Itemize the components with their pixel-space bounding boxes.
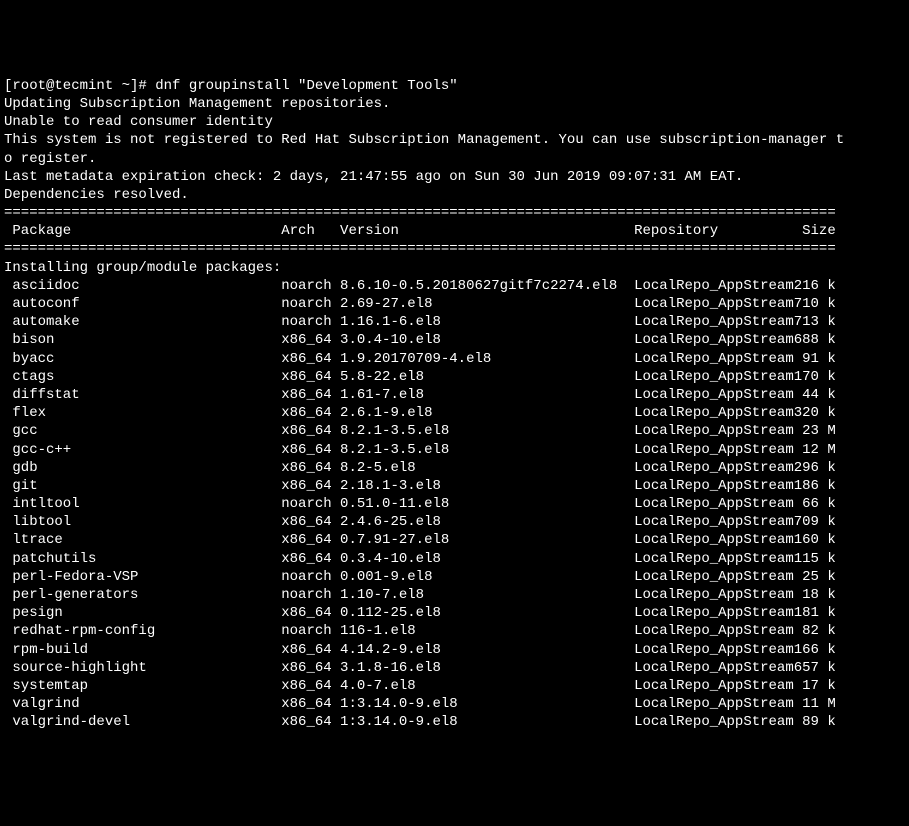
terminal-output: [root@tecmint ~]# dnf groupinstall "Deve… (4, 77, 905, 732)
